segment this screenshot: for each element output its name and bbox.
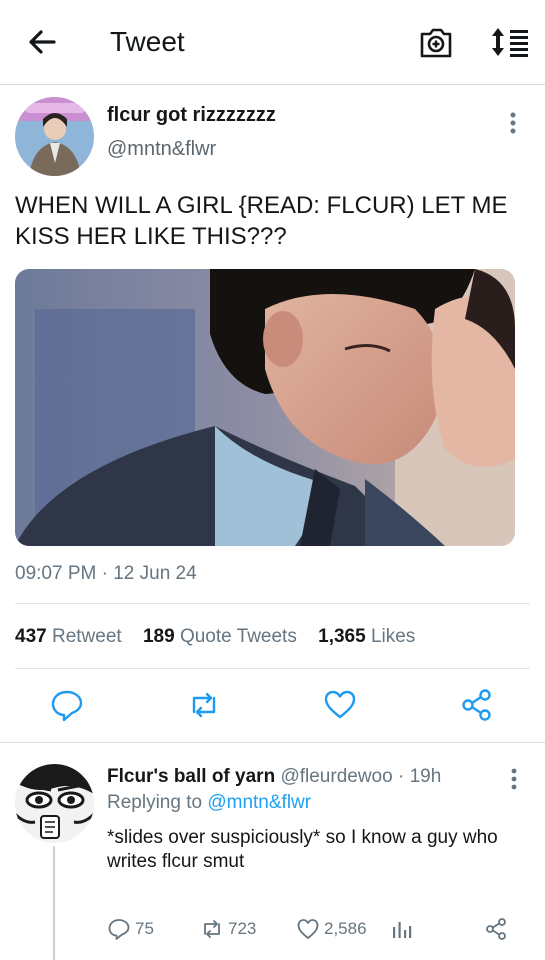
top-bar: Tweet bbox=[0, 0, 545, 85]
retweets-count: 437 bbox=[15, 626, 47, 647]
retweets-stat[interactable]: 437 Retweet bbox=[15, 626, 122, 647]
retweets-label: Retweet bbox=[51, 626, 122, 647]
replying-to-prefix: Replying to bbox=[107, 792, 203, 813]
camera-icon[interactable] bbox=[418, 24, 454, 60]
likes-label: Likes bbox=[370, 626, 416, 647]
author-avatar[interactable] bbox=[15, 97, 94, 176]
reply-retweet-action[interactable]: 723 bbox=[200, 915, 256, 943]
retweet-icon bbox=[204, 920, 220, 938]
author-handle[interactable]: @mntn&flwr bbox=[107, 138, 216, 161]
like-heart-icon[interactable] bbox=[323, 688, 357, 722]
divider bbox=[15, 603, 530, 604]
like-heart-icon bbox=[297, 919, 319, 939]
likes-stat[interactable]: 1,365 Likes bbox=[318, 626, 415, 647]
retweet-count: 723 bbox=[228, 919, 257, 938]
reply-count: 75 bbox=[135, 919, 154, 938]
replying-to: Replying to @mntn&flwr bbox=[107, 792, 311, 814]
reply-author-handle[interactable]: @fleurdewoo bbox=[280, 766, 392, 787]
back-arrow-icon[interactable] bbox=[26, 26, 58, 58]
reply-like-action[interactable]: 2,586 bbox=[296, 915, 367, 943]
retweet-icon[interactable] bbox=[187, 688, 221, 722]
reply-time: · 19h bbox=[397, 766, 442, 787]
section-separator bbox=[0, 742, 545, 743]
reply-header: Flcur's ball of yarn @fleurdewoo · 19h bbox=[107, 766, 441, 788]
like-count: 2,586 bbox=[324, 919, 367, 938]
quotes-label: Quote Tweets bbox=[179, 626, 297, 647]
share-icon bbox=[486, 918, 506, 940]
thread-line bbox=[53, 846, 55, 960]
page-title: Tweet bbox=[110, 26, 185, 57]
quotes-count: 189 bbox=[142, 626, 175, 647]
share-icon[interactable] bbox=[460, 688, 494, 722]
tweet-text: WHEN WILL A GIRL {READ: FLCUR) LET ME KI… bbox=[15, 192, 508, 250]
tweet-timestamp: 09:07 PM · 12 Jun 24 bbox=[15, 563, 197, 584]
divider bbox=[15, 668, 530, 669]
reply-analytics-action[interactable] bbox=[390, 915, 418, 943]
reply-icon bbox=[108, 919, 130, 940]
reply-reply-action[interactable]: 75 bbox=[107, 915, 154, 943]
reply-icon[interactable] bbox=[50, 688, 84, 722]
reply-author-name[interactable]: Flcur's ball of yarn bbox=[107, 766, 275, 787]
analytics-bars-icon bbox=[393, 922, 412, 938]
more-options-icon[interactable] bbox=[503, 110, 523, 136]
reply-share-action[interactable] bbox=[484, 915, 512, 943]
quotes-stat[interactable]: 189 Quote Tweets bbox=[143, 626, 297, 647]
likes-count: 1,365 bbox=[318, 626, 366, 647]
reply-more-options-icon[interactable] bbox=[505, 767, 523, 791]
replying-to-handle-link[interactable]: @mntn&flwr bbox=[207, 792, 311, 813]
sort-list-icon[interactable] bbox=[490, 24, 530, 60]
tweet-media-gif[interactable] bbox=[15, 269, 515, 546]
tweet-stats: 437 Retweet 189 Quote Tweets 1,365 Likes bbox=[15, 626, 415, 648]
reply-author-avatar[interactable] bbox=[15, 764, 94, 843]
reply-text: *slides over suspiciously* so I know a g… bbox=[107, 827, 498, 872]
author-name[interactable]: flcur got rizzzzzzz bbox=[107, 104, 276, 127]
